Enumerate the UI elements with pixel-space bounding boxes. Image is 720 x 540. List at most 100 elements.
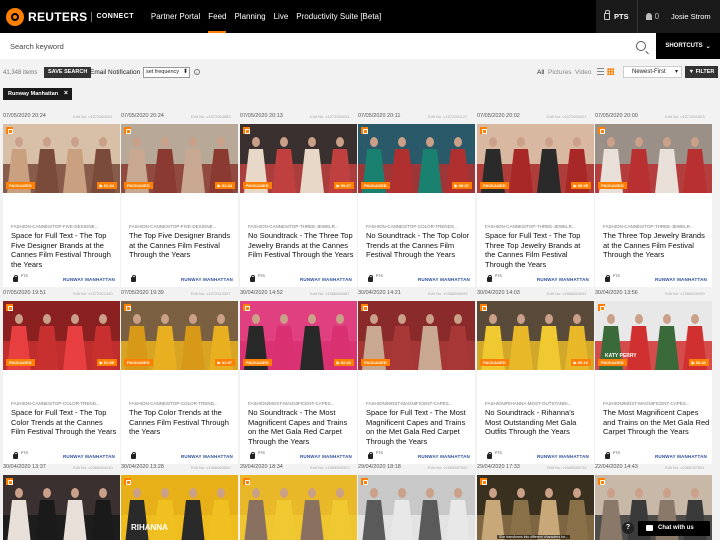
source-link[interactable]: RUNWAY MANHATTAN <box>655 454 707 459</box>
reuters-connect-logo[interactable]: REUTERS CONNECT <box>6 7 134 26</box>
user-menu[interactable]: Josie Strom <box>671 12 711 21</box>
video-thumbnail[interactable]: PACKAGED ▶ 00:37 <box>358 124 475 193</box>
sort-select[interactable]: Newest-First <box>623 66 682 78</box>
result-card[interactable]: PACKAGED ▶ 01:34 FASHION-CANNES/TOP-FIVE-D… <box>3 124 120 287</box>
frequency-select[interactable]: set frequency <box>143 67 190 78</box>
video-type-icon <box>598 478 605 485</box>
card-edit-number: Edit No: v1572950407 <box>547 114 587 119</box>
card-edit-number: Edit No: v1572963883 <box>191 114 231 119</box>
close-icon[interactable]: × <box>64 88 68 100</box>
save-search-button[interactable]: SAVE SEARCH <box>44 67 92 78</box>
source-link[interactable]: RUNWAY MANHATTAN <box>655 277 707 282</box>
duration-badge: ▶ 00:27 <box>333 182 354 189</box>
card-headline[interactable]: Space for Full Text - The Top Five Desig… <box>11 231 118 269</box>
card-headline[interactable]: Space for Full Text - The Top Three Top … <box>485 231 592 269</box>
video-type-icon <box>480 304 487 311</box>
result-card[interactable]: PACKAGED ▶ 00:19 FASHION/RIHANNA-MOST-OUTS… <box>477 301 594 464</box>
source-link[interactable]: RUNWAY MANHATTAN <box>418 454 470 459</box>
source-link[interactable]: RUNWAY MANHATTAN <box>181 277 233 282</box>
result-card[interactable]: PACKAGED ▶ 01:59 FASHION-CANNES/TOP-COLOR-… <box>3 301 120 464</box>
video-thumbnail[interactable]: PACKAGED ▶ 00:19 <box>477 301 594 370</box>
video-thumbnail[interactable]: PACKAGED ▶ 01:59 <box>3 301 120 370</box>
video-thumbnail[interactable] <box>358 475 475 540</box>
lock-icon <box>487 274 492 282</box>
chat-button[interactable]: Chat with us <box>638 521 710 536</box>
nav-feed[interactable]: Feed <box>204 0 230 33</box>
card-headline[interactable]: The Top Color Trends at the Cannes Film … <box>129 408 236 437</box>
card-slug: FASHION-CANNES/TOP-THREE-JEWELR... <box>603 224 694 229</box>
video-thumbnail[interactable]: KATY PERRY PACKAGED ▶ 02:42 <box>595 301 712 370</box>
card-headline[interactable]: No Soundtrack - The Top Color Trends at … <box>366 231 473 260</box>
chevron-down-icon: ⌄ <box>705 43 711 50</box>
nav-partner-portal[interactable]: Partner Portal <box>147 0 204 33</box>
pts-marker: PTS <box>376 451 383 455</box>
result-card[interactable]: PACKAGED FASHION/MOST-MAGNIFICENT-CAPES..… <box>358 301 475 464</box>
result-card[interactable] <box>240 475 357 540</box>
video-thumbnail[interactable]: She transforms into different characters… <box>477 475 594 540</box>
nav-planning[interactable]: Planning <box>230 0 269 33</box>
shortcuts-button[interactable]: SHORTCUTS ⌄ <box>656 33 720 59</box>
card-headline[interactable]: Space for Full Text - The Top Color Tren… <box>11 408 118 437</box>
card-headline[interactable]: No Soundtrack - The Three Top Jewelry Br… <box>248 231 355 260</box>
nav-productivity-suite[interactable]: Productivity Suite [Beta] <box>292 0 385 33</box>
search-input[interactable] <box>0 33 656 59</box>
video-thumbnail[interactable]: RIHANNA <box>121 475 238 540</box>
result-card[interactable]: PACKAGED FASHION-CANNES/TOP-THREE-JEWELR.… <box>595 124 712 287</box>
card-date: 07/05/2020 20:24 <box>121 113 164 119</box>
video-thumbnail[interactable]: PACKAGED ▶ 01:57 <box>121 301 238 370</box>
type-filter-video[interactable]: Video <box>575 69 592 76</box>
card-edit-number: Edit No: v1565587850 <box>428 465 468 470</box>
source-link[interactable]: RUNWAY MANHATTAN <box>63 277 115 282</box>
card-headline[interactable]: Space for Full Text - The Most Magnifice… <box>366 408 473 446</box>
card-headline[interactable]: The Top Five Designer Brands at the Cann… <box>129 231 236 260</box>
video-thumbnail[interactable] <box>3 475 120 540</box>
search-bar: SHORTCUTS ⌄ <box>0 33 720 59</box>
grid-view-icon[interactable] <box>607 68 614 75</box>
result-card[interactable]: PACKAGED ▶ 00:37 FASHION-CANNES/TOP-COLOR-… <box>358 124 475 287</box>
card-headline[interactable]: The Most Magnificent Capes and Trains on… <box>603 408 710 437</box>
source-link[interactable]: RUNWAY MANHATTAN <box>63 454 115 459</box>
result-card[interactable]: PACKAGED ▶ 01:34 FASHION-CANNES/TOP-FIVE-D… <box>121 124 238 287</box>
card-headline[interactable]: No Soundtrack - Rihanna's Most Outstandi… <box>485 408 592 437</box>
info-icon[interactable]: i <box>194 69 200 75</box>
result-card[interactable]: She transforms into different characters… <box>477 475 594 540</box>
top-navigation-bar: REUTERS CONNECT Partner Portal Feed Plan… <box>0 0 720 33</box>
help-button[interactable]: ? <box>622 522 634 534</box>
source-link[interactable]: RUNWAY MANHATTAN <box>300 454 352 459</box>
video-thumbnail[interactable]: PACKAGED ▶ 00:27 <box>240 124 357 193</box>
filter-button[interactable]: ▼ FILTER <box>685 66 718 78</box>
source-link[interactable]: RUNWAY MANHATTAN <box>181 454 233 459</box>
source-link[interactable]: RUNWAY MANHATTAN <box>537 454 589 459</box>
result-card[interactable] <box>358 475 475 540</box>
result-card[interactable] <box>595 475 712 540</box>
result-card[interactable]: PACKAGED ▶ 01:57 FASHION-CANNES/TOP-COLOR-… <box>121 301 238 464</box>
list-view-icon[interactable] <box>597 68 604 75</box>
source-link[interactable]: RUNWAY MANHATTAN <box>300 277 352 282</box>
result-card[interactable]: PACKAGED ▶ 00:27 FASHION-CANNES/TOP-THREE-… <box>240 124 357 287</box>
result-card[interactable]: PACKAGED ▶ 00:35 FASHION-CANNES/TOP-THREE-… <box>477 124 594 287</box>
video-thumbnail[interactable] <box>240 475 357 540</box>
lock-icon <box>368 451 373 459</box>
result-card[interactable] <box>3 475 120 540</box>
row-date-header: 07/05/2020 19:51 Edit No: v1572901440 07/0… <box>0 287 720 301</box>
card-headline[interactable]: The Three Top Jewelry Brands at the Cann… <box>603 231 710 260</box>
type-filter-pictures[interactable]: Pictures <box>548 69 571 76</box>
video-thumbnail[interactable]: PACKAGED ▶ 01:34 <box>3 124 120 193</box>
search-icon[interactable] <box>636 41 646 51</box>
video-thumbnail[interactable]: PACKAGED <box>358 301 475 370</box>
result-card[interactable]: RIHANNA <box>121 475 238 540</box>
result-card[interactable]: KATY PERRY PACKAGED ▶ 02:42 FASHION/MOST-MA… <box>595 301 712 464</box>
card-headline[interactable]: No Soundtrack - The Most Magnificent Cap… <box>248 408 355 446</box>
pts-toggle[interactable]: PTS <box>596 0 638 33</box>
nav-live[interactable]: Live <box>270 0 293 33</box>
source-link[interactable]: RUNWAY MANHATTAN <box>537 277 589 282</box>
video-thumbnail[interactable]: PACKAGED ▶ 01:34 <box>121 124 238 193</box>
source-link[interactable]: RUNWAY MANHATTAN <box>418 277 470 282</box>
video-thumbnail[interactable]: PACKAGED ▶ 00:35 <box>477 124 594 193</box>
notifications-button[interactable]: 0 <box>645 12 659 21</box>
video-thumbnail[interactable]: PACKAGED <box>595 124 712 193</box>
result-card[interactable]: PACKAGED ▶ 02:42 FASHION/MOST-MAGNIFICENT-… <box>240 301 357 464</box>
type-filter-all[interactable]: All <box>537 69 544 76</box>
video-thumbnail[interactable]: PACKAGED ▶ 02:42 <box>240 301 357 370</box>
logo-divider <box>91 11 93 22</box>
